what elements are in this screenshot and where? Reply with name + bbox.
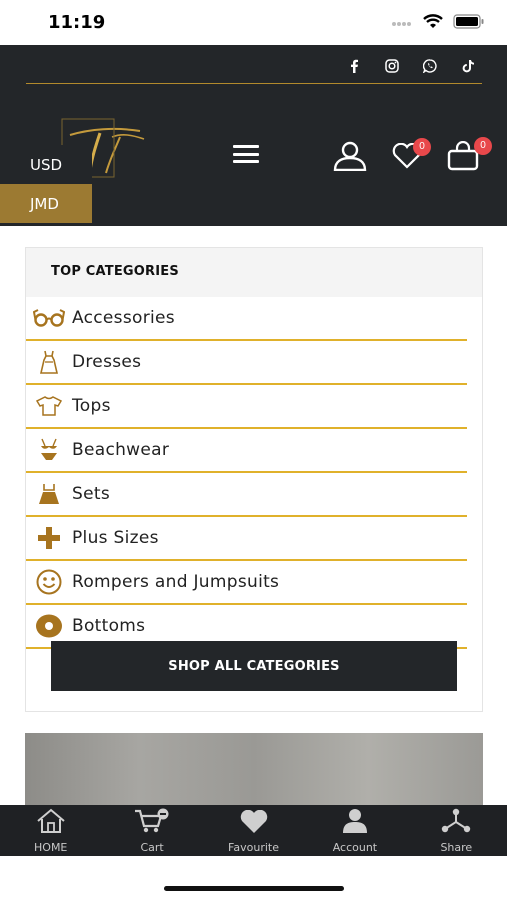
tab-favourite[interactable]: Favourite [203,805,304,856]
tab-label: Account [332,841,378,854]
tab-account[interactable]: Account [304,805,405,856]
status-time: 11:19 [48,12,106,33]
header-divider [26,83,482,84]
smiley-icon [26,569,72,595]
circle-icon [26,613,72,639]
bikini-icon [26,438,72,462]
top-categories-title: TOP CATEGORIES [26,248,482,297]
category-item-sets[interactable]: Sets [26,473,467,517]
facebook-icon[interactable] [345,57,363,75]
cart-icon [134,808,170,839]
promo-banner-image[interactable] [25,733,483,805]
battery-icon [453,14,485,34]
category-item-beachwear[interactable]: Beachwear [26,429,467,473]
home-indicator [164,886,344,891]
cart-badge: 0 [474,137,492,155]
dress-icon [26,350,72,374]
menu-button[interactable] [233,142,259,166]
account-icon[interactable] [332,141,368,176]
shop-all-categories-button[interactable]: SHOP ALL CATEGORIES [51,641,457,691]
glasses-icon [26,309,72,327]
tab-cart[interactable]: Cart [101,805,202,856]
home-icon [36,808,66,839]
status-icons [391,14,485,34]
category-item-rompers-and-jumpsuits[interactable]: Rompers and Jumpsuits [26,561,467,605]
set-icon [26,483,72,505]
top-categories-card: TOP CATEGORIES Accessories Dresses Tops … [25,247,483,712]
tab-label: HOME [34,841,68,854]
category-item-accessories[interactable]: Accessories [26,297,467,341]
tshirt-icon [26,396,72,416]
category-item-dresses[interactable]: Dresses [26,341,467,385]
status-bar: 11:19 [0,0,507,45]
wishlist-badge: 0 [413,138,431,156]
signal-icon [391,15,413,33]
category-label: Bottoms [72,616,146,636]
currency-option-jmd[interactable]: JMD [0,184,92,223]
category-label: Accessories [72,308,175,328]
category-label: Beachwear [72,440,170,460]
share-icon [440,808,472,839]
tab-label: Share [440,841,473,854]
bottom-tab-bar: HOME Cart Favourite Account Share [0,805,507,856]
tab-label: Cart [140,841,164,854]
plus-icon [26,526,72,550]
heart-icon [239,809,269,839]
currency-option-usd[interactable]: USD [0,145,92,184]
category-label: Dresses [72,352,142,372]
whatsapp-icon[interactable] [421,57,439,75]
user-icon [342,808,368,839]
category-item-tops[interactable]: Tops [26,385,467,429]
category-label: Tops [72,396,111,416]
tiktok-icon[interactable] [459,57,477,75]
category-label: Rompers and Jumpsuits [72,572,280,592]
category-item-plus-sizes[interactable]: Plus Sizes [26,517,467,561]
social-links [345,57,477,75]
category-label: Sets [72,484,110,504]
tab-home[interactable]: HOME [0,805,101,856]
instagram-icon[interactable] [383,57,401,75]
tab-share[interactable]: Share [406,805,507,856]
wifi-icon [423,14,443,34]
tab-label: Favourite [228,841,279,854]
category-label: Plus Sizes [72,528,159,548]
